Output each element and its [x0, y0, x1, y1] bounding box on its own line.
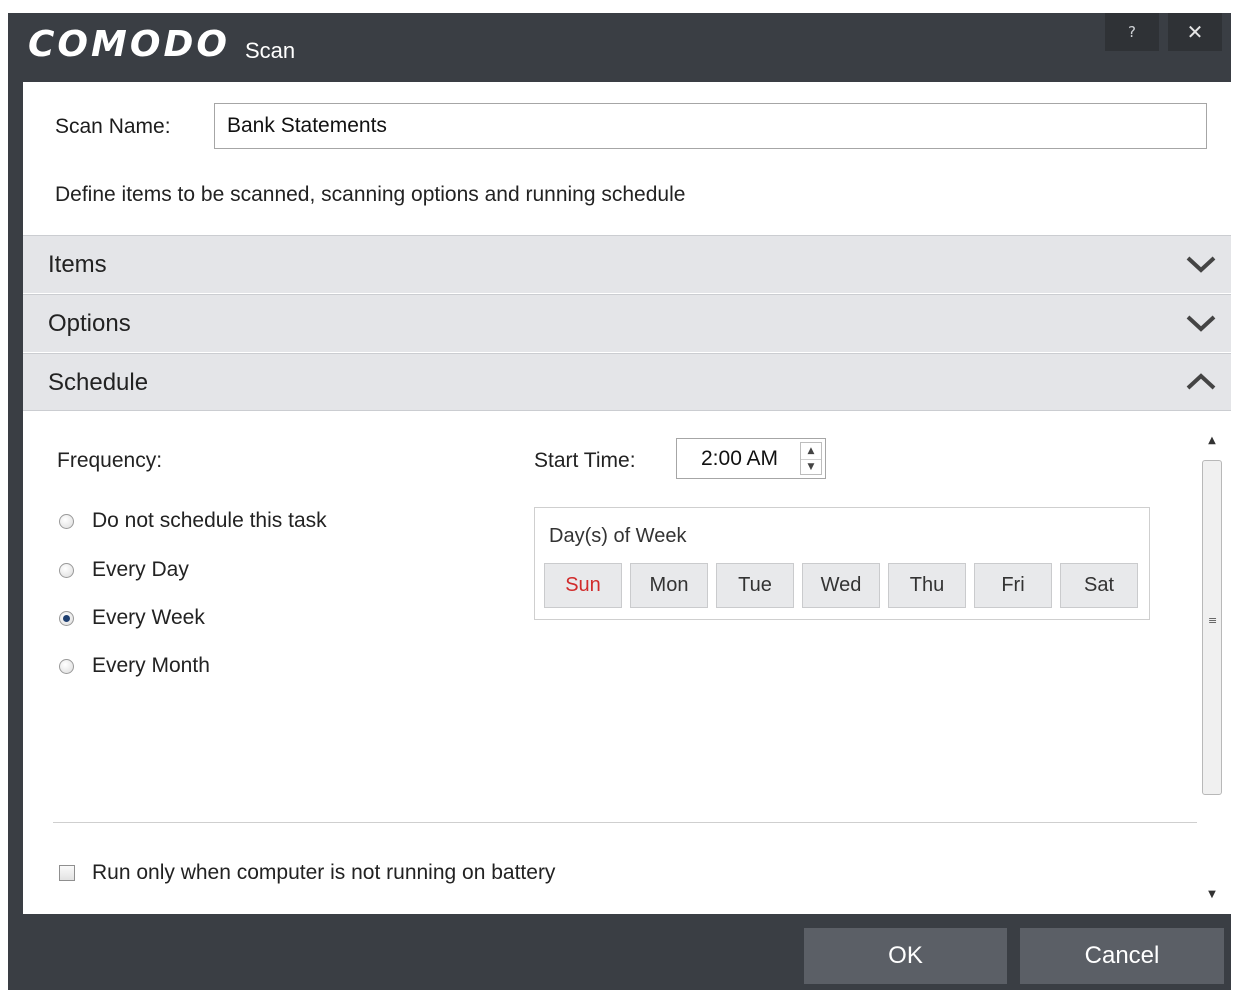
section-items[interactable]: Items — [23, 235, 1231, 293]
scan-name-input[interactable] — [214, 103, 1207, 149]
scroll-thumb[interactable]: ≡ — [1202, 460, 1222, 795]
comodo-logo: COMODO — [28, 24, 230, 65]
scan-dialog: COMODO Scan ? ✕ Scan Name: Define items … — [8, 13, 1231, 990]
vertical-scrollbar[interactable]: ▲ ≡ ▼ — [1198, 427, 1226, 907]
help-button[interactable]: ? — [1105, 13, 1159, 51]
day-button-tue[interactable]: Tue — [716, 563, 794, 608]
section-schedule[interactable]: Schedule — [23, 353, 1231, 411]
radio-every-day[interactable]: Every Day — [59, 558, 189, 582]
chevron-up-icon — [1186, 373, 1216, 390]
day-button-sat[interactable]: Sat — [1060, 563, 1138, 608]
close-icon: ✕ — [1186, 20, 1204, 44]
radio-button[interactable] — [59, 562, 74, 578]
radio-button[interactable] — [59, 658, 74, 674]
cancel-button[interactable]: Cancel — [1020, 928, 1224, 984]
scan-name-label: Scan Name: — [55, 115, 171, 138]
radio-no-schedule[interactable]: Do not schedule this task — [59, 509, 327, 533]
section-options-label: Options — [48, 310, 131, 337]
start-time-input[interactable]: 2:00 AM ▲ ▼ — [676, 438, 826, 479]
chevron-down-icon — [1186, 315, 1216, 332]
start-time-label: Start Time: — [534, 449, 636, 472]
radio-label: Every Day — [92, 558, 189, 581]
radio-label: Every Month — [92, 654, 210, 677]
radio-every-week[interactable]: Every Week — [59, 606, 205, 630]
divider — [53, 822, 1197, 823]
dialog-footer: OK Cancel — [8, 914, 1231, 990]
start-time-value: 2:00 AM — [701, 447, 779, 470]
dialog-content: Scan Name: Define items to be scanned, s… — [23, 82, 1231, 914]
ok-button[interactable]: OK — [804, 928, 1007, 984]
day-button-fri[interactable]: Fri — [974, 563, 1052, 608]
day-button-sun[interactable]: Sun — [544, 563, 622, 608]
radio-every-month[interactable]: Every Month — [59, 654, 210, 678]
section-schedule-label: Schedule — [48, 369, 149, 396]
days-of-week-group: Day(s) of Week Sun Mon Tue Wed Thu Fri S… — [534, 507, 1150, 620]
grip-icon: ≡ — [1208, 614, 1218, 627]
frequency-label: Frequency: — [57, 449, 163, 472]
days-of-week-label: Day(s) of Week — [549, 525, 687, 547]
window-title: Scan — [245, 38, 296, 63]
scroll-down-icon[interactable]: ▼ — [1198, 881, 1226, 907]
section-items-label: Items — [48, 251, 107, 278]
radio-label: Do not schedule this task — [92, 509, 327, 532]
help-icon: ? — [1128, 23, 1136, 41]
chevron-down-icon — [1186, 256, 1216, 273]
battery-option[interactable]: Run only when computer is not running on… — [59, 861, 555, 885]
radio-button[interactable] — [59, 513, 74, 529]
scroll-up-icon[interactable]: ▲ — [1198, 427, 1226, 453]
day-button-mon[interactable]: Mon — [630, 563, 708, 608]
day-button-wed[interactable]: Wed — [802, 563, 880, 608]
time-spinner[interactable]: ▲ ▼ — [800, 442, 822, 475]
spin-down-icon[interactable]: ▼ — [801, 459, 821, 475]
battery-checkbox[interactable] — [59, 865, 75, 881]
title-bar[interactable]: COMODO Scan ? ✕ — [8, 13, 1231, 82]
day-button-thu[interactable]: Thu — [888, 563, 966, 608]
radio-label: Every Week — [92, 606, 205, 629]
radio-button-selected[interactable] — [59, 610, 74, 626]
battery-checkbox-label: Run only when computer is not running on… — [92, 861, 556, 884]
section-options[interactable]: Options — [23, 294, 1231, 352]
description-text: Define items to be scanned, scanning opt… — [55, 183, 686, 206]
close-button[interactable]: ✕ — [1168, 13, 1222, 51]
spin-up-icon[interactable]: ▲ — [801, 443, 821, 460]
